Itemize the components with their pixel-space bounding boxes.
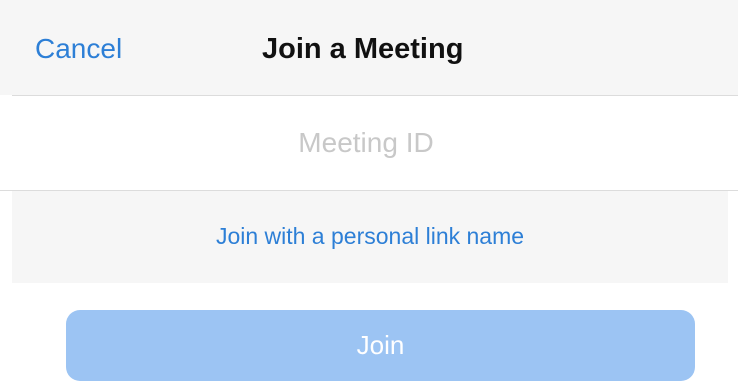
join-button[interactable]: Join	[66, 310, 695, 381]
personal-link-row: Join with a personal link name	[12, 191, 728, 283]
meeting-id-row	[0, 96, 738, 190]
page-title: Join a Meeting	[262, 33, 464, 65]
nav-bar: Cancel Join a Meeting	[0, 0, 738, 95]
cancel-button[interactable]: Cancel	[35, 31, 122, 67]
personal-link-name-link[interactable]: Join with a personal link name	[12, 221, 728, 251]
meeting-id-input[interactable]	[0, 96, 738, 190]
